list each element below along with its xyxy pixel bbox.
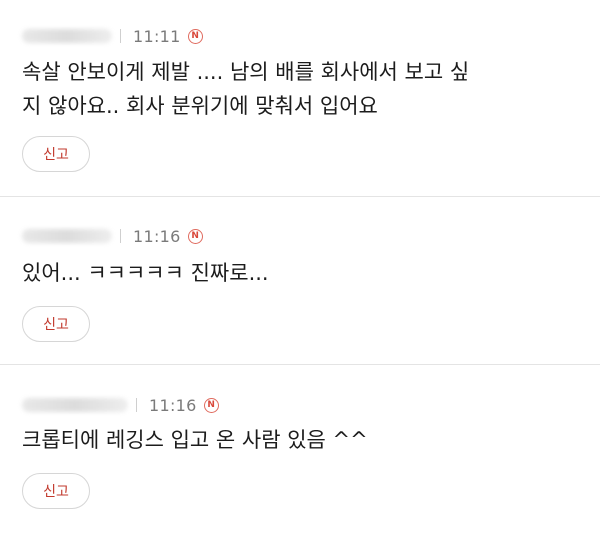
comment-time: 11:16 bbox=[133, 226, 181, 246]
comment-list: 11:11 N 속살 안보이게 제발 .... 남의 배를 회사에서 보고 싶 … bbox=[0, 0, 600, 533]
comment-item: 11:16 N 있어... ㅋㅋㅋㅋㅋ 진짜로... 신고 bbox=[0, 197, 600, 364]
comment-meta: 11:16 N bbox=[22, 225, 203, 247]
comment-item: 11:16 N 크롭티에 레깅스 입고 온 사람 있음 ^^ 신고 bbox=[0, 365, 600, 533]
comment-body: 크롭티에 레깅스 입고 온 사람 있음 ^^ bbox=[22, 428, 368, 452]
report-button[interactable]: 신고 bbox=[22, 473, 90, 509]
author-name-blurred bbox=[22, 398, 128, 412]
comment-meta: 11:16 N bbox=[22, 394, 219, 416]
author-name-blurred bbox=[22, 29, 112, 43]
author-name-blurred bbox=[22, 229, 112, 243]
report-button[interactable]: 신고 bbox=[22, 306, 90, 342]
meta-divider bbox=[120, 29, 121, 43]
new-badge-icon: N bbox=[203, 397, 219, 413]
meta-divider bbox=[136, 398, 137, 412]
comment-body: 속살 안보이게 제발 .... 남의 배를 회사에서 보고 싶 지 않아요.. … bbox=[22, 60, 470, 118]
report-button[interactable]: 신고 bbox=[22, 136, 90, 172]
comment-time: 11:11 bbox=[133, 26, 181, 46]
meta-divider bbox=[120, 229, 121, 243]
new-badge-icon: N bbox=[187, 28, 203, 44]
new-badge-icon: N bbox=[187, 228, 203, 244]
comment-item: 11:11 N 속살 안보이게 제발 .... 남의 배를 회사에서 보고 싶 … bbox=[0, 0, 600, 196]
comment-time: 11:16 bbox=[149, 395, 197, 415]
comment-body: 있어... ㅋㅋㅋㅋㅋ 진짜로... bbox=[22, 261, 269, 285]
comment-meta: 11:11 N bbox=[22, 25, 203, 47]
